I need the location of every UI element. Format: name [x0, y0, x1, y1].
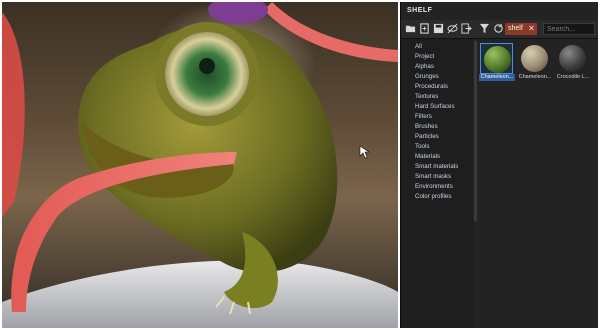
category-item[interactable]: Hard Surfaces — [401, 102, 473, 112]
folder-icon[interactable] — [405, 23, 416, 34]
close-icon[interactable]: ✕ — [528, 23, 535, 35]
refresh-icon[interactable] — [493, 23, 504, 34]
chameleon-render — [2, 2, 398, 328]
scrollbar-thumb[interactable] — [474, 41, 477, 221]
shelf-toolbar: shelf ✕ — [401, 20, 598, 39]
category-item[interactable]: Project — [401, 52, 473, 62]
category-item[interactable]: Smart materials — [401, 162, 473, 172]
shelf-panel: SHELF shelf ✕ Search... All Project Alph… — [400, 2, 598, 328]
search-input[interactable] — [543, 23, 595, 35]
category-item[interactable]: Alphas — [401, 62, 473, 72]
app-window: SHELF shelf ✕ Search... All Project Alph… — [2, 2, 598, 328]
save-icon[interactable] — [433, 23, 444, 34]
new-file-icon[interactable] — [419, 23, 430, 34]
asset-tile[interactable]: Crocodile L... — [556, 43, 589, 81]
asset-tile[interactable]: Chameleon... — [479, 43, 515, 81]
category-item[interactable]: Environments — [401, 182, 473, 192]
category-item[interactable]: Color profiles — [401, 192, 473, 202]
category-list: All Project Alphas Grunges Procedurals T… — [401, 39, 474, 328]
asset-label: Chameleon... — [518, 74, 552, 80]
filter-icon[interactable] — [479, 23, 490, 34]
category-item[interactable]: Materials — [401, 152, 473, 162]
asset-thumbnail[interactable] — [518, 43, 551, 74]
category-item[interactable]: Procedurals — [401, 82, 473, 92]
asset-thumbnail[interactable] — [556, 43, 589, 74]
category-item[interactable]: Grunges — [401, 72, 473, 82]
category-item[interactable]: Tools — [401, 142, 473, 152]
3d-viewport[interactable] — [2, 2, 398, 328]
search-filter-tag-label: shelf — [508, 25, 523, 32]
asset-thumbnail[interactable] — [480, 43, 513, 74]
shelf-title: SHELF — [401, 2, 598, 20]
hide-icon[interactable] — [447, 23, 458, 34]
category-item[interactable]: All — [401, 42, 473, 52]
asset-tile[interactable]: Chameleon... — [518, 43, 551, 81]
asset-label: Chameleon... — [479, 74, 515, 81]
export-icon[interactable] — [461, 23, 472, 34]
category-item[interactable]: Filters — [401, 112, 473, 122]
category-item[interactable]: Brushes — [401, 122, 473, 132]
asset-label: Crocodile L... — [556, 74, 590, 80]
category-item[interactable]: Textures — [401, 92, 473, 102]
search-filter-tag[interactable]: shelf ✕ — [505, 23, 537, 35]
category-item[interactable]: Particles — [401, 132, 473, 142]
asset-grid: Chameleon... Chameleon... Crocodile L... — [478, 39, 598, 328]
category-item[interactable]: Smart masks — [401, 172, 473, 182]
